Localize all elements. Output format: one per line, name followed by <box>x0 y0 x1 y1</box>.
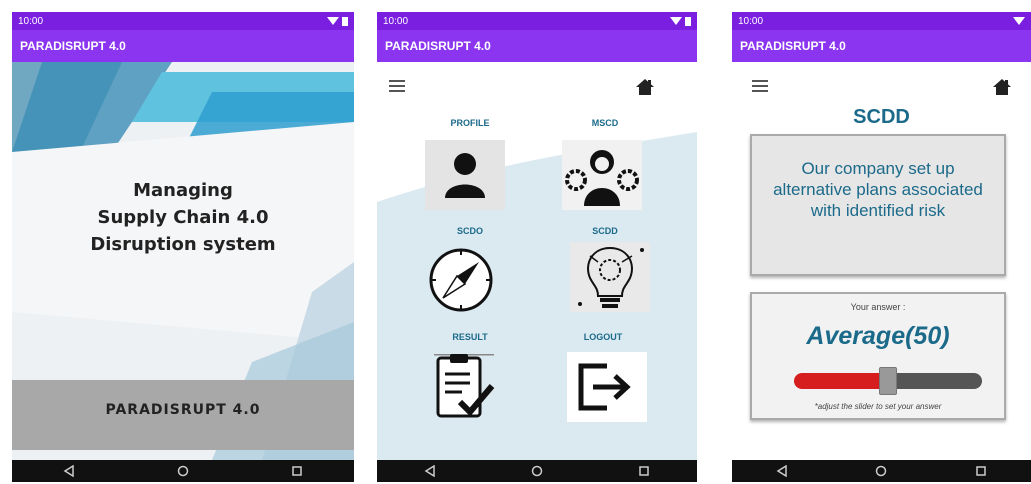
app-title: PARADISRUPT 4.0 <box>740 39 846 53</box>
status-bar: 10:00 <box>12 12 354 30</box>
page-title: SCDD <box>853 106 910 128</box>
nav-recent-icon[interactable] <box>638 465 650 477</box>
app-bar: PARADISRUPT 4.0 <box>377 30 697 62</box>
hamburger-menu-icon[interactable] <box>389 80 405 92</box>
menu-screen: 10:00 PARADISRUPT 4.0 PROFILE MSCD SCDO … <box>377 12 697 482</box>
compass-icon <box>429 248 493 312</box>
scdd-content: SCDD Our company set up alternative plan… <box>732 62 1031 460</box>
app-bar: PARADISRUPT 4.0 <box>12 30 354 62</box>
wifi-icon <box>327 17 339 25</box>
tile-profile[interactable] <box>425 140 505 210</box>
slider-thumb[interactable] <box>879 367 897 395</box>
status-bar: 10:00 <box>732 12 1031 30</box>
lightbulb-circuit-icon <box>578 246 644 308</box>
wifi-icon <box>670 17 682 25</box>
status-icons <box>1013 17 1025 25</box>
answer-value: Average(50) <box>806 322 950 350</box>
tile-scdo-label: SCDO <box>456 226 483 236</box>
tile-mscd-label: MSCD <box>591 118 619 128</box>
hamburger-menu-icon[interactable] <box>752 80 768 92</box>
slider-hint: *adjust the slider to set your answer <box>814 402 942 411</box>
question-text: Our company set up alternative plans ass… <box>773 159 983 220</box>
manager-gears-icon <box>565 150 639 206</box>
splash-title-line: Managing <box>133 180 233 201</box>
nav-back-icon[interactable] <box>424 465 436 477</box>
tile-scdd-label: SCDD <box>592 226 618 236</box>
battery-icon <box>685 16 691 26</box>
slider-track-empty <box>888 373 982 389</box>
status-icons <box>670 16 691 26</box>
tile-logout[interactable] <box>567 352 647 422</box>
nav-home-icon[interactable] <box>875 465 887 477</box>
question-card: Our company set up alternative plans ass… <box>750 134 1006 276</box>
tile-mscd[interactable] <box>562 140 642 210</box>
splash-title-line: Supply Chain 4.0 <box>97 207 269 228</box>
tile-logout-label: LOGOUT <box>583 332 623 342</box>
status-time: 10:00 <box>383 15 409 27</box>
home-icon[interactable] <box>635 78 655 96</box>
answer-slider[interactable] <box>794 367 982 395</box>
app-bar: PARADISRUPT 4.0 <box>732 30 1031 62</box>
tile-result-label: RESULT <box>452 332 488 342</box>
system-nav-bar <box>377 460 697 482</box>
person-icon <box>445 153 485 198</box>
app-title: PARADISRUPT 4.0 <box>385 39 491 53</box>
answer-label: Your answer : <box>850 302 906 312</box>
nav-recent-icon[interactable] <box>291 465 303 477</box>
system-nav-bar <box>12 460 354 482</box>
splash-brand: PARADISRUPT 4.0 <box>105 402 261 418</box>
scdd-screen: 10:00 PARADISRUPT 4.0 SCDD Our company s… <box>732 12 1031 482</box>
status-time: 10:00 <box>18 15 44 27</box>
splash-screen: 10:00 PARADISRUPT 4.0 Managing Supply Ch… <box>12 12 354 482</box>
status-bar: 10:00 <box>377 12 697 30</box>
splash-banner: Managing Supply Chain 4.0 Disruption sys… <box>12 62 354 460</box>
status-icons <box>327 16 348 26</box>
nav-home-icon[interactable] <box>177 465 189 477</box>
status-time: 10:00 <box>738 15 764 27</box>
battery-icon <box>342 16 348 26</box>
splash-title: Managing Supply Chain 4.0 Disruption sys… <box>12 177 354 258</box>
splash-title-line: Disruption system <box>90 234 276 255</box>
nav-back-icon[interactable] <box>776 465 788 477</box>
answer-card: Your answer : Average(50) *adjust the sl… <box>750 292 1006 420</box>
slider-track-filled <box>794 373 888 389</box>
nav-recent-icon[interactable] <box>975 465 987 477</box>
tile-profile-label: PROFILE <box>450 118 490 128</box>
tile-scdd[interactable] <box>570 242 650 312</box>
wifi-icon <box>1013 17 1025 25</box>
app-title: PARADISRUPT 4.0 <box>20 39 126 53</box>
home-icon[interactable] <box>992 78 1012 96</box>
tile-scdo[interactable] <box>423 244 503 314</box>
nav-back-icon[interactable] <box>63 465 75 477</box>
logout-icon <box>578 363 631 411</box>
clipboard-check-icon <box>434 354 495 418</box>
nav-home-icon[interactable] <box>531 465 543 477</box>
system-nav-bar <box>732 460 1031 482</box>
tile-result[interactable] <box>430 352 510 422</box>
menu-grid: PROFILE MSCD SCDO SCDD RESULT LOGOUT <box>377 62 697 460</box>
